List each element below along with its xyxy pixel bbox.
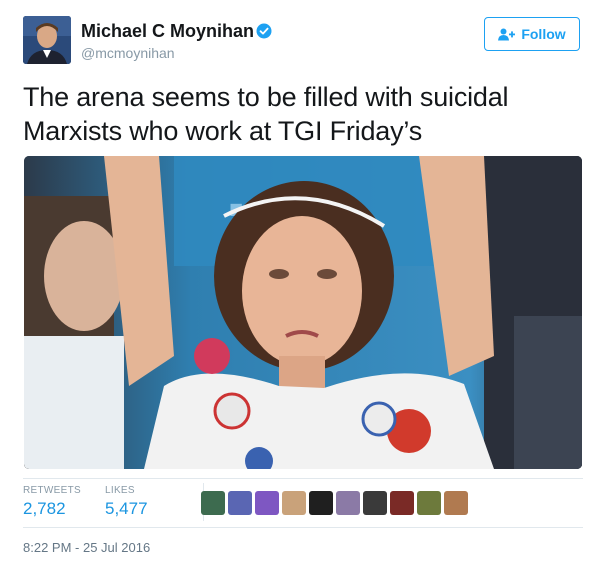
liker-avatar[interactable] <box>228 491 252 515</box>
verified-badge-icon <box>256 23 272 39</box>
liker-avatar[interactable] <box>282 491 306 515</box>
retweets-count: 2,782 <box>23 499 66 518</box>
likes-label: LIKES <box>105 485 135 496</box>
liker-avatar[interactable] <box>390 491 414 515</box>
tweet-photo[interactable]: ... <box>24 156 582 469</box>
crowd-photo-image: ... <box>24 156 582 469</box>
likes-stat[interactable]: LIKES 5,477 <box>105 485 148 519</box>
tweet-text: The arena seems to be filled with suicid… <box>23 82 509 146</box>
retweets-label: RETWEETS <box>23 485 81 496</box>
retweets-stat[interactable]: RETWEETS 2,782 <box>23 485 81 519</box>
liker-avatar[interactable] <box>336 491 360 515</box>
stats-divider-top <box>23 478 583 479</box>
follow-button[interactable]: Follow <box>484 17 580 51</box>
liker-avatars <box>201 491 468 515</box>
display-name[interactable]: Michael C Moynihan <box>81 21 254 42</box>
author-avatar[interactable] <box>23 16 71 64</box>
liker-avatar[interactable] <box>201 491 225 515</box>
user-handle[interactable]: @mcmoynihan <box>81 45 175 61</box>
liker-avatar[interactable] <box>255 491 279 515</box>
profile-photo <box>23 16 71 64</box>
liker-avatar[interactable] <box>417 491 441 515</box>
follow-button-label: Follow <box>521 26 566 42</box>
liker-avatar[interactable] <box>309 491 333 515</box>
likes-count: 5,477 <box>105 499 148 518</box>
tweet-timestamp[interactable]: 8:22 PM - 25 Jul 2016 <box>23 540 150 555</box>
add-user-icon <box>498 28 516 40</box>
liker-avatar[interactable] <box>363 491 387 515</box>
liker-avatar[interactable] <box>444 491 468 515</box>
stats-divider-bottom <box>23 527 583 528</box>
tweet-stats: RETWEETS 2,782 LIKES 5,477 <box>23 481 583 526</box>
